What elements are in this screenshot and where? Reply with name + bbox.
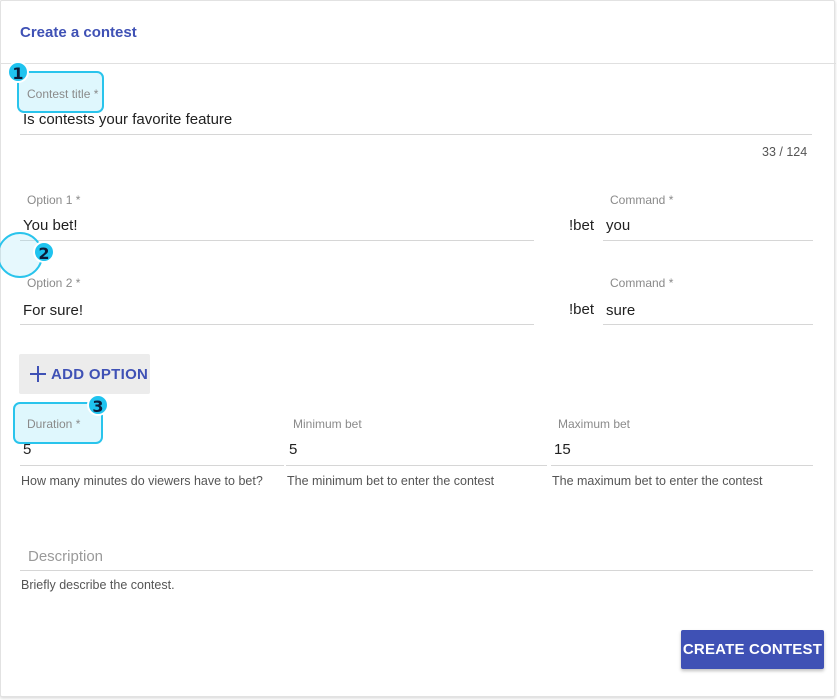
add-option-button[interactable]: ADD OPTION <box>19 354 150 394</box>
add-option-label: ADD OPTION <box>51 365 149 383</box>
max-bet-label: Maximum bet <box>558 417 631 431</box>
option-1-field[interactable]: Option 1 * You bet! <box>20 193 534 243</box>
card-header: Create a contest <box>1 1 836 64</box>
description-underline <box>20 570 813 571</box>
option-2-label: Option 2 * <box>27 276 81 290</box>
option-1-input[interactable]: You bet! <box>23 217 78 234</box>
max-bet-hint: The maximum bet to enter the contest <box>552 474 763 488</box>
duration-field[interactable]: Duration * 5 <box>20 417 284 467</box>
duration-underline <box>20 465 284 466</box>
command-1-field[interactable]: Command * you <box>603 193 813 243</box>
min-bet-underline <box>286 465 547 466</box>
option-2-field[interactable]: Option 2 * For sure! <box>20 276 534 326</box>
command-1-input[interactable]: you <box>606 217 630 234</box>
command-1-underline <box>603 240 813 241</box>
step-badge-1: 1 <box>7 61 29 83</box>
command-2-field[interactable]: Command * sure <box>603 276 813 326</box>
plus-icon <box>30 366 46 382</box>
contest-title-input[interactable]: Is contests your favorite feature <box>23 111 232 128</box>
min-bet-field[interactable]: Minimum bet 5 <box>286 417 547 467</box>
max-bet-input[interactable]: 15 <box>554 441 571 458</box>
step-badge-3: 3 <box>87 394 109 416</box>
duration-label: Duration * <box>27 417 81 431</box>
command-1-label: Command * <box>610 193 674 207</box>
option-2-underline <box>20 324 534 325</box>
min-bet-input[interactable]: 5 <box>289 441 297 458</box>
command-2-underline <box>603 324 813 325</box>
description-placeholder[interactable]: Description <box>28 548 103 565</box>
max-bet-underline <box>551 465 813 466</box>
command-2-input[interactable]: sure <box>606 302 635 319</box>
contest-title-counter: 33 / 124 <box>762 145 808 159</box>
min-bet-label: Minimum bet <box>293 417 362 431</box>
command-1-prefix: !bet <box>569 217 595 234</box>
page-title: Create a contest <box>20 24 137 41</box>
option-2-input[interactable]: For sure! <box>23 302 83 319</box>
contest-title-underline <box>20 134 812 135</box>
max-bet-field[interactable]: Maximum bet 15 <box>551 417 813 467</box>
duration-hint: How many minutes do viewers have to bet? <box>21 474 263 488</box>
description-field[interactable]: Description <box>20 546 813 572</box>
description-hint: Briefly describe the contest. <box>21 578 175 592</box>
option-1-label: Option 1 * <box>27 193 81 207</box>
create-contest-button[interactable]: CREATE CONTEST <box>681 630 824 669</box>
step-badge-2: 2 <box>33 241 55 263</box>
duration-input[interactable]: 5 <box>23 441 31 458</box>
contest-title-field[interactable]: Contest title * Is contests your favorit… <box>20 87 812 137</box>
contest-title-label: Contest title * <box>27 87 99 101</box>
command-2-label: Command * <box>610 276 674 290</box>
option-1-underline <box>20 240 534 241</box>
min-bet-hint: The minimum bet to enter the contest <box>287 474 495 488</box>
command-2-prefix: !bet <box>569 301 595 318</box>
